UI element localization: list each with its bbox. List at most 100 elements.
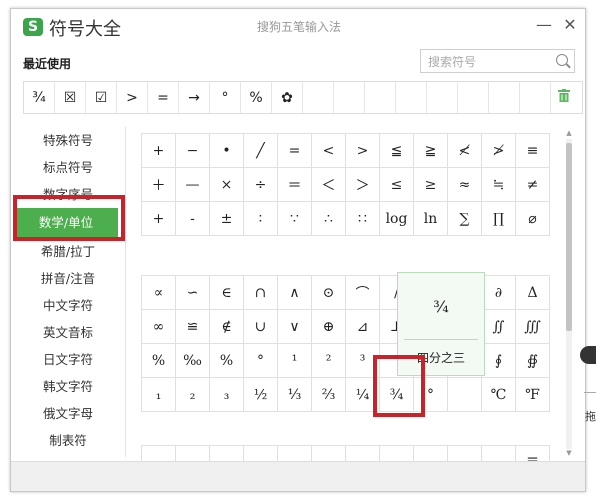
symbol-cell[interactable]: ≤: [380, 168, 414, 202]
symbol-cell[interactable]: <: [312, 134, 346, 168]
symbol-cell[interactable]: ╱: [244, 134, 278, 168]
symbol-cell[interactable]: ∴: [312, 202, 346, 236]
trash-icon[interactable]: [558, 89, 570, 102]
sidebar-item[interactable]: 英文音标: [11, 319, 125, 346]
recent-symbol-cell[interactable]: >: [117, 82, 148, 113]
symbol-cell[interactable]: 〒: [516, 446, 550, 461]
symbol-cell[interactable]: ⊿: [346, 310, 380, 344]
symbol-cell[interactable]: ∷: [346, 202, 380, 236]
recent-symbol-cell[interactable]: °: [210, 82, 241, 113]
symbol-cell[interactable]: ∪: [244, 310, 278, 344]
symbol-cell[interactable]: ∈: [210, 276, 244, 310]
symbol-cell[interactable]: +: [142, 134, 176, 168]
recent-symbol-cell[interactable]: [520, 82, 551, 113]
symbol-cell[interactable]: ²: [312, 344, 346, 378]
symbol-cell[interactable]: ≠: [516, 168, 550, 202]
symbol-cell[interactable]: ∞: [142, 310, 176, 344]
symbol-cell[interactable]: ⅔: [312, 378, 346, 412]
recent-symbol-cell[interactable]: [489, 82, 520, 113]
symbol-cell[interactable]: ¾: [380, 378, 414, 412]
symbol-cell[interactable]: [448, 378, 482, 412]
symbol-cell[interactable]: ₁: [142, 378, 176, 412]
symbol-cell[interactable]: =: [278, 134, 312, 168]
sidebar-item[interactable]: 希腊/拉丁: [11, 238, 125, 265]
sidebar-item-active[interactable]: 数学/单位: [14, 208, 118, 238]
recent-symbol-cell[interactable]: [365, 82, 396, 113]
recent-symbol-cell[interactable]: [303, 82, 334, 113]
scrollbar[interactable]: ▲ ▼: [564, 129, 574, 459]
symbol-cell[interactable]: ‰: [176, 344, 210, 378]
symbol-cell[interactable]: °: [414, 378, 448, 412]
symbol-cell[interactable]: ＝: [278, 168, 312, 202]
symbol-cell[interactable]: ≌: [176, 310, 210, 344]
symbol-cell[interactable]: ≒: [482, 168, 516, 202]
symbol-cell[interactable]: ∂: [482, 276, 516, 310]
symbol-cell[interactable]: ∉: [210, 310, 244, 344]
recent-symbol-cell[interactable]: %: [241, 82, 272, 113]
symbol-cell[interactable]: [380, 446, 414, 461]
symbol-cell[interactable]: ln: [414, 202, 448, 236]
recent-symbol-cell[interactable]: [427, 82, 458, 113]
symbol-cell[interactable]: ∧: [278, 276, 312, 310]
recent-symbol-cell[interactable]: ✿: [272, 82, 303, 113]
symbol-cell[interactable]: ≈: [448, 168, 482, 202]
symbol-cell[interactable]: ½: [244, 378, 278, 412]
close-button[interactable]: ✕: [560, 15, 580, 35]
recent-symbol-cell[interactable]: [458, 82, 489, 113]
symbol-cell[interactable]: ₂: [176, 378, 210, 412]
recent-symbol-cell[interactable]: ☒: [55, 82, 86, 113]
symbol-cell[interactable]: ＜: [312, 168, 346, 202]
symbol-cell[interactable]: ⌀: [516, 202, 550, 236]
symbol-cell[interactable]: [312, 446, 346, 461]
symbol-cell[interactable]: ∬: [482, 310, 516, 344]
sidebar-item[interactable]: 拼音/注音: [11, 265, 125, 292]
symbol-cell[interactable]: ≯: [482, 134, 516, 168]
sidebar-item[interactable]: 制表符: [11, 427, 125, 454]
symbol-cell[interactable]: ⅓: [278, 378, 312, 412]
symbol-cell[interactable]: ＋: [142, 168, 176, 202]
search-input[interactable]: [426, 51, 550, 73]
sidebar-item[interactable]: 特殊符号: [11, 127, 125, 154]
sidebar-item[interactable]: 日文字符: [11, 346, 125, 373]
sidebar-item[interactable]: 韩文字符: [11, 373, 125, 400]
search-icon[interactable]: [556, 54, 568, 66]
symbol-cell[interactable]: ℉: [516, 378, 550, 412]
recent-symbol-cell[interactable]: ¾: [24, 82, 55, 113]
search-box[interactable]: [420, 49, 575, 73]
symbol-cell[interactable]: ≥: [414, 168, 448, 202]
symbol-cell[interactable]: ∑: [448, 202, 482, 236]
symbol-cell[interactable]: ∩: [244, 276, 278, 310]
symbol-cell[interactable]: ＞: [346, 168, 380, 202]
symbol-cell[interactable]: ∮: [482, 344, 516, 378]
symbol-cell[interactable]: ∯: [516, 344, 550, 378]
symbol-cell[interactable]: %: [142, 344, 176, 378]
sidebar-item[interactable]: 数字序号: [11, 181, 125, 208]
symbol-cell[interactable]: [414, 446, 448, 461]
sidebar-item[interactable]: 标点符号: [11, 154, 125, 181]
symbol-cell[interactable]: %: [210, 344, 244, 378]
sidebar-item[interactable]: 中文字符: [11, 292, 125, 319]
symbol-cell[interactable]: ±: [210, 202, 244, 236]
symbol-cell[interactable]: •: [210, 134, 244, 168]
symbol-cell[interactable]: [482, 446, 516, 461]
symbol-cell[interactable]: ≮: [448, 134, 482, 168]
symbol-cell[interactable]: ⌒: [346, 276, 380, 310]
symbol-cell[interactable]: ≦: [380, 134, 414, 168]
symbol-cell[interactable]: ³: [346, 344, 380, 378]
symbol-cell[interactable]: ∵: [278, 202, 312, 236]
symbol-cell[interactable]: ∶: [244, 202, 278, 236]
symbol-cell[interactable]: ⊕: [312, 310, 346, 344]
symbol-cell[interactable]: ¹: [278, 344, 312, 378]
symbol-cell[interactable]: >: [346, 134, 380, 168]
scroll-thumb[interactable]: [566, 143, 572, 331]
symbol-cell[interactable]: ∝: [142, 276, 176, 310]
symbol-cell[interactable]: ×: [210, 168, 244, 202]
recent-symbol-cell[interactable]: =: [148, 82, 179, 113]
symbol-cell[interactable]: ₃: [210, 378, 244, 412]
symbol-cell[interactable]: ∏: [482, 202, 516, 236]
symbol-cell[interactable]: Δ: [516, 276, 550, 310]
symbol-cell[interactable]: ÷: [244, 168, 278, 202]
symbol-cell[interactable]: [176, 446, 210, 461]
symbol-cell[interactable]: ≧: [414, 134, 448, 168]
symbol-cell[interactable]: [448, 446, 482, 461]
